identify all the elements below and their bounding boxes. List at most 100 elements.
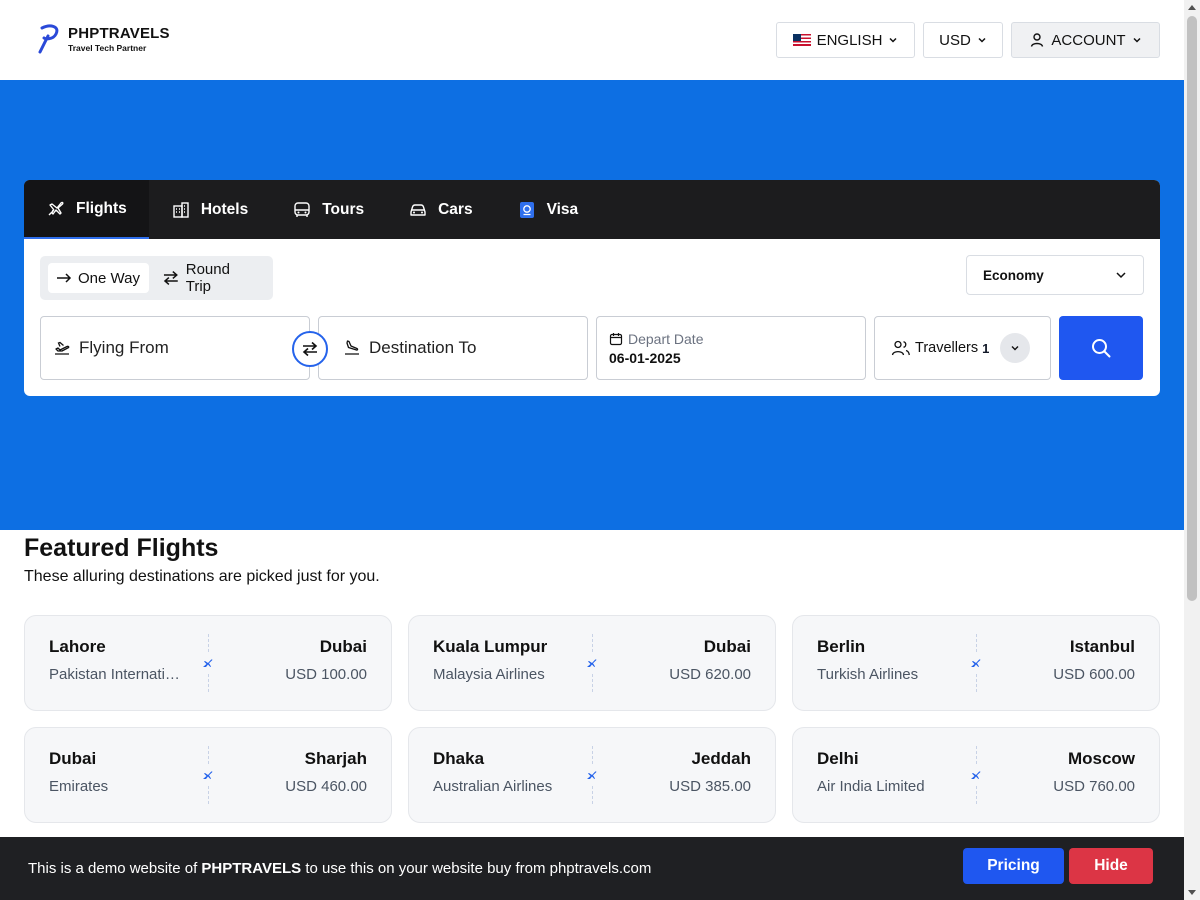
flight-price: USD 460.00 xyxy=(285,778,367,795)
users-icon xyxy=(891,340,910,356)
plane-icon xyxy=(587,771,597,779)
us-flag-icon xyxy=(792,34,811,46)
travellers-field[interactable]: Travellers 1 xyxy=(874,316,1051,380)
scroll-down-arrow[interactable] xyxy=(1188,890,1196,895)
demo-notice-bar: This is a demo website of PHPTRAVELS to … xyxy=(0,837,1184,900)
one-way-label: One Way xyxy=(78,269,140,287)
flight-price: USD 385.00 xyxy=(669,778,751,795)
destination-city: Jeddah xyxy=(691,749,751,768)
featured-flight-card[interactable]: Dubai Emirates Sharjah USD 460.00 xyxy=(24,727,392,823)
logo-subtitle: Travel Tech Partner xyxy=(68,43,147,53)
round-trip-label: Round Trip xyxy=(185,261,230,295)
destination-city: Dubai xyxy=(703,637,751,656)
origin-city: Lahore xyxy=(49,637,106,656)
language-dropdown[interactable]: ENGLISH xyxy=(776,22,915,58)
depart-date-field[interactable]: Depart Date 06-01-2025 xyxy=(596,316,866,380)
plane-icon xyxy=(971,659,981,667)
destination-city: Sharjah xyxy=(304,749,367,768)
airline-name: Turkish Airlines xyxy=(817,666,919,683)
trip-type-toggle: One Way Round Trip xyxy=(40,256,273,300)
car-icon xyxy=(410,203,426,216)
scroll-thumb[interactable] xyxy=(1187,16,1197,601)
arrows-exchange-icon xyxy=(163,271,178,285)
featured-flight-card[interactable]: Berlin Turkish Airlines Istanbul USD 600… xyxy=(792,615,1160,711)
origin-city: Berlin xyxy=(817,637,866,656)
flight-price: USD 760.00 xyxy=(1053,778,1135,795)
flying-from-input[interactable] xyxy=(79,338,279,358)
swap-locations-button[interactable] xyxy=(292,331,328,367)
passport-icon xyxy=(519,201,534,218)
account-label: ACCOUNT xyxy=(1051,31,1126,49)
plane-icon xyxy=(203,771,213,779)
featured-flight-card[interactable]: Delhi Air India Limited Moscow USD 760.0… xyxy=(792,727,1160,823)
search-tabs: Flights Hotels Tours Cars Visa xyxy=(24,180,1160,239)
featured-flight-card[interactable]: Lahore Pakistan International Airlines D… xyxy=(24,615,392,711)
logo-title: PHPTRAVELS xyxy=(68,25,170,42)
tab-label: Tours xyxy=(322,200,365,218)
tab-label: Flights xyxy=(76,199,127,217)
destination-city: Dubai xyxy=(319,637,367,656)
origin-city: Delhi xyxy=(817,749,859,768)
featured-flights-subtitle: These alluring destinations are picked j… xyxy=(24,568,380,585)
account-dropdown[interactable]: ACCOUNT xyxy=(1011,22,1160,58)
tab-tours[interactable]: Tours xyxy=(270,180,386,239)
plane-icon xyxy=(971,771,981,779)
airline-name: Australian Airlines xyxy=(433,778,553,795)
plane-icon xyxy=(587,659,597,667)
airline-name: Malaysia Airlines xyxy=(433,666,545,683)
chevron-down-icon xyxy=(1011,346,1019,351)
cabin-class-select[interactable]: Economy xyxy=(966,255,1144,295)
depart-date-value: 06-01-2025 xyxy=(609,349,681,366)
featured-flight-card[interactable]: Kuala Lumpur Malaysia Airlines Dubai USD… xyxy=(408,615,776,711)
round-trip-option[interactable]: Round Trip xyxy=(154,261,266,295)
demo-notice-text: This is a demo website of PHPTRAVELS to … xyxy=(28,860,651,877)
logo-mark-icon xyxy=(38,24,59,54)
flight-price: USD 100.00 xyxy=(285,666,367,683)
airline-name: Air India Limited xyxy=(817,778,925,795)
hide-button[interactable]: Hide xyxy=(1069,848,1153,884)
one-way-option[interactable]: One Way xyxy=(48,263,149,293)
destination-to-input[interactable] xyxy=(369,338,569,358)
flying-from-field[interactable] xyxy=(40,316,310,380)
chevron-down-icon xyxy=(978,37,986,43)
tab-flights[interactable]: Flights xyxy=(24,180,149,239)
user-icon xyxy=(1031,33,1044,47)
chevron-down-icon xyxy=(1133,37,1141,43)
tab-hotels[interactable]: Hotels xyxy=(149,180,270,239)
featured-flight-card[interactable]: Dhaka Australian Airlines Jeddah USD 385… xyxy=(408,727,776,823)
flight-price: USD 600.00 xyxy=(1053,666,1135,683)
bus-icon xyxy=(294,201,310,217)
tab-label: Cars xyxy=(438,200,473,218)
chevron-down-icon xyxy=(1116,272,1126,279)
travellers-label: Travellers xyxy=(915,340,979,356)
header: PHPTRAVELS Travel Tech Partner ENGLISH U… xyxy=(0,0,1184,80)
currency-dropdown[interactable]: USD xyxy=(923,22,1003,58)
pricing-button[interactable]: Pricing xyxy=(963,848,1064,884)
tab-label: Hotels xyxy=(200,200,249,218)
destination-to-field[interactable] xyxy=(318,316,588,380)
origin-city: Dhaka xyxy=(433,749,485,768)
destination-city: Istanbul xyxy=(1069,637,1135,656)
building-icon xyxy=(173,201,189,218)
travellers-dropdown-button[interactable] xyxy=(1000,333,1030,363)
origin-city: Dubai xyxy=(49,749,97,768)
search-button[interactable] xyxy=(1059,316,1143,380)
flight-price: USD 620.00 xyxy=(669,666,751,683)
logo[interactable]: PHPTRAVELS Travel Tech Partner xyxy=(36,24,170,54)
chevron-down-icon xyxy=(889,37,897,43)
plane-icon xyxy=(203,659,213,667)
tab-visa[interactable]: Visa xyxy=(495,180,601,239)
search-card: Flights Hotels Tours Cars Visa One Way R… xyxy=(24,180,1160,396)
tab-cars[interactable]: Cars xyxy=(386,180,494,239)
demo-text-suffix: to use this on your website buy from php… xyxy=(305,860,652,877)
scroll-up-arrow[interactable] xyxy=(1188,5,1196,10)
depart-date-label: Depart Date xyxy=(628,330,704,347)
arrow-right-icon xyxy=(57,273,72,283)
featured-flights-title: Featured Flights xyxy=(24,534,219,562)
plane-icon xyxy=(48,201,64,215)
airline-name: Pakistan International Airlines xyxy=(49,666,185,683)
vertical-scrollbar[interactable] xyxy=(1184,0,1200,900)
tab-label: Visa xyxy=(546,200,579,218)
currency-label: USD xyxy=(939,31,971,49)
demo-brand: PHPTRAVELS xyxy=(201,860,302,877)
